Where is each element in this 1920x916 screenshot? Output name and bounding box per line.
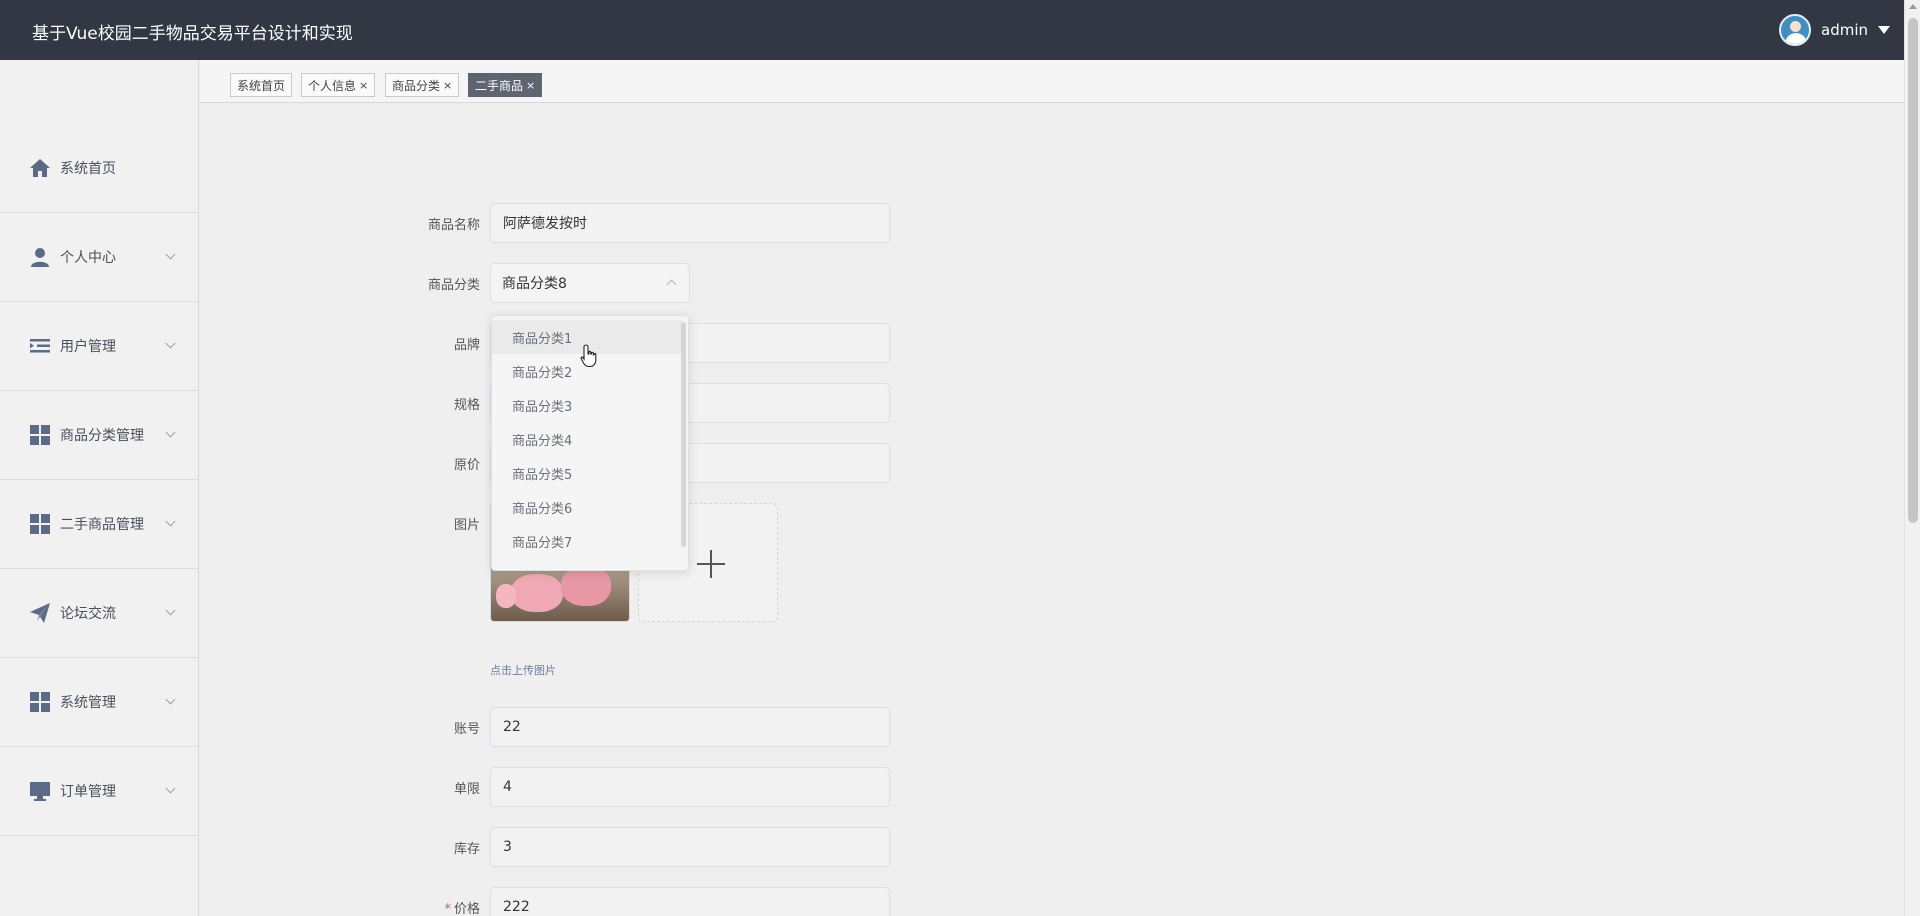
page-scrollbar[interactable]	[1904, 0, 1920, 916]
tab-secondhand-goods[interactable]: 二手商品 ×	[468, 73, 543, 97]
stock-input[interactable]: 3	[490, 827, 890, 867]
hand-cursor-icon	[580, 344, 597, 368]
dropdown-option[interactable]: 商品分类7	[492, 524, 682, 558]
tab-home[interactable]: 系统首页	[230, 73, 293, 97]
sidebar-item-label: 二手商品管理	[60, 517, 144, 533]
scroll-up-arrow-icon[interactable]	[1909, 4, 1917, 9]
tab-label: 商品分类	[392, 78, 441, 93]
dropdown-option[interactable]: 商品分类3	[492, 388, 682, 422]
tab-label: 系统首页	[237, 78, 286, 93]
sidebar-item-category-management[interactable]: 商品分类管理	[0, 391, 199, 480]
sidebar: 系统首页 个人中心 用户管理 商品分类管理 二手商品管理 论坛交流 系统管理 订…	[0, 60, 199, 916]
dropdown-option[interactable]: 商品分类4	[492, 422, 682, 456]
chevron-down-icon	[165, 427, 176, 438]
app-title: 基于Vue校园二手物品交易平台设计和实现	[32, 24, 353, 44]
label-limit: 单限	[453, 782, 480, 797]
sidebar-item-order-management[interactable]: 订单管理	[0, 747, 199, 836]
user-icon	[31, 248, 49, 267]
sidebar-item-user-management[interactable]: 用户管理	[0, 302, 199, 391]
monitor-icon	[30, 782, 50, 801]
sidebar-item-label: 订单管理	[60, 784, 116, 800]
label-category: 商品分类	[427, 278, 480, 293]
category-select[interactable]: 商品分类8	[490, 263, 690, 303]
grid-icon	[30, 692, 50, 712]
chevron-up-icon	[666, 279, 677, 290]
sidebar-item-system-management[interactable]: 系统管理	[0, 658, 199, 747]
upload-hint: 点击上传图片	[490, 664, 556, 677]
dropdown-option[interactable]: 商品分类6	[492, 490, 682, 524]
product-name-input[interactable]: 阿萨德发按时	[490, 203, 890, 243]
close-icon[interactable]: ×	[443, 79, 452, 92]
chevron-down-icon	[165, 605, 176, 616]
label-price: * 价格	[444, 902, 480, 916]
home-icon	[30, 159, 50, 177]
grid-icon	[30, 425, 50, 445]
label-brand: 品牌	[453, 338, 480, 353]
sidebar-item-secondhand-management[interactable]: 二手商品管理	[0, 480, 199, 569]
sidebar-item-personal-center[interactable]: 个人中心	[0, 213, 199, 302]
sidebar-item-label: 用户管理	[60, 339, 116, 355]
close-icon[interactable]: ×	[526, 79, 535, 92]
label-product-name: 商品名称	[427, 218, 480, 233]
username[interactable]: admin	[1821, 21, 1868, 39]
label-spec: 规格	[453, 398, 480, 413]
chevron-down-icon	[165, 516, 176, 527]
sidebar-item-home[interactable]: 系统首页	[0, 124, 199, 213]
tabs-bar: 系统首页 个人信息 × 商品分类 × 二手商品 ×	[200, 60, 1904, 103]
label-image: 图片	[453, 518, 480, 533]
chevron-down-icon	[165, 338, 176, 349]
label-stock: 库存	[453, 842, 480, 857]
caret-down-icon[interactable]	[1878, 26, 1890, 34]
user-menu[interactable]: admin	[1779, 13, 1890, 47]
indent-list-icon	[30, 339, 50, 353]
price-input[interactable]: 222	[490, 887, 890, 916]
tab-label: 个人信息	[308, 78, 357, 93]
account-input[interactable]: 22	[490, 707, 890, 747]
sidebar-item-forum[interactable]: 论坛交流	[0, 569, 199, 658]
label-original-price: 原价	[453, 458, 480, 473]
required-mark: *	[444, 902, 451, 916]
grid-icon	[30, 514, 50, 534]
category-selected-value: 商品分类8	[502, 276, 567, 292]
scrollbar-thumb[interactable]	[1908, 18, 1918, 523]
limit-input[interactable]: 4	[490, 767, 890, 807]
dropdown-scrollbar[interactable]	[681, 322, 686, 547]
sidebar-item-label: 系统首页	[60, 161, 116, 177]
sidebar-item-label: 个人中心	[60, 250, 116, 266]
sidebar-item-label: 论坛交流	[60, 606, 116, 622]
chevron-down-icon	[165, 694, 176, 705]
sidebar-item-label: 商品分类管理	[60, 428, 144, 444]
sidebar-item-label: 系统管理	[60, 695, 116, 711]
avatar[interactable]	[1779, 14, 1811, 46]
paper-plane-icon	[30, 603, 50, 623]
chevron-down-icon	[165, 783, 176, 794]
chevron-down-icon	[165, 249, 176, 260]
tab-category[interactable]: 商品分类 ×	[385, 73, 460, 97]
dropdown-option[interactable]: 商品分类5	[492, 456, 682, 490]
label-account: 账号	[453, 722, 480, 737]
tab-personal-info[interactable]: 个人信息 ×	[301, 73, 376, 97]
tab-label: 二手商品	[475, 78, 524, 93]
top-navbar: 基于Vue校园二手物品交易平台设计和实现 admin	[0, 0, 1920, 60]
close-icon[interactable]: ×	[359, 79, 368, 92]
